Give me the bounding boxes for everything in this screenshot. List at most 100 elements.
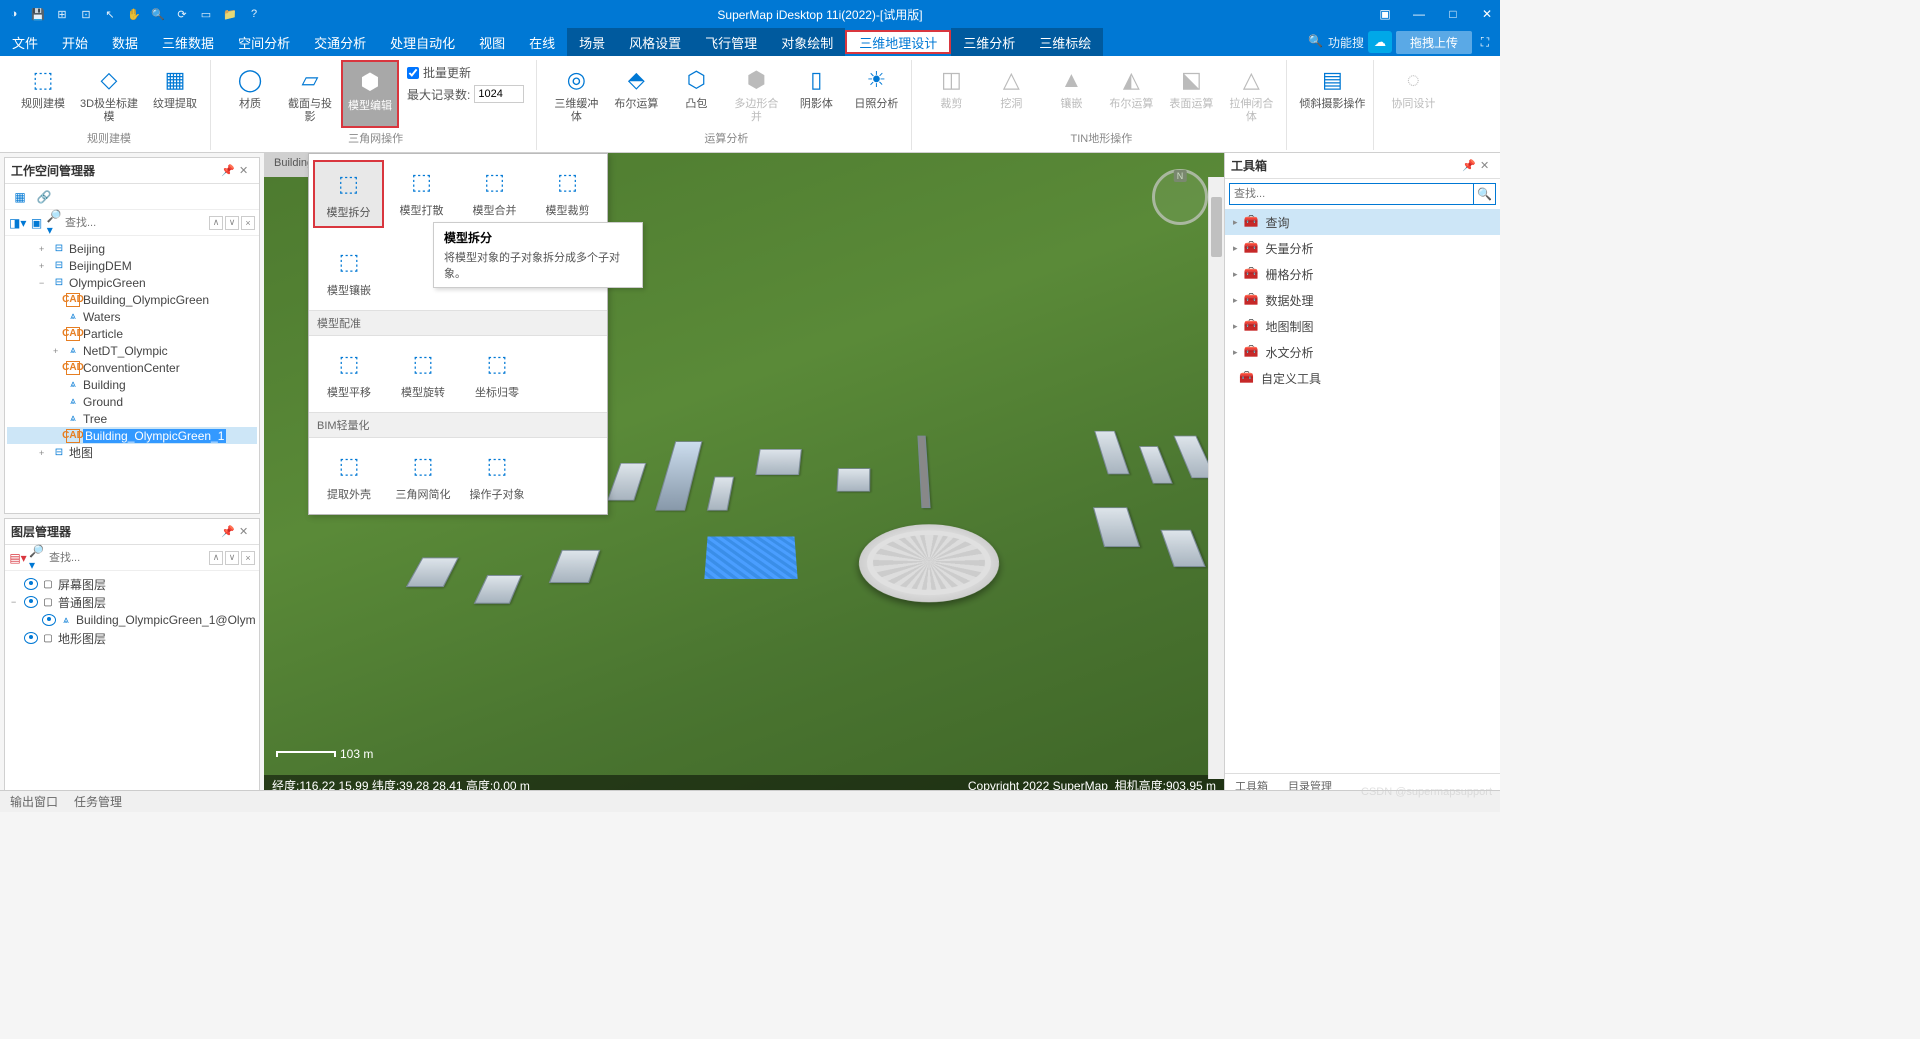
toolbox-item[interactable]: ▸🧰数据处理 [1225, 287, 1500, 313]
toolbox-item[interactable]: ▸🧰水文分析 [1225, 339, 1500, 365]
layer-search-input[interactable] [49, 548, 207, 568]
menu-style[interactable]: 风格设置 [617, 28, 693, 56]
nav-up-icon[interactable]: ∧ [209, 216, 223, 230]
ws-new-icon[interactable]: ▦ [11, 188, 29, 206]
texture-extract-button[interactable]: ▦纹理提取 [146, 60, 204, 128]
3d-polar-modeling-button[interactable]: ◇3D极坐标建模 [74, 60, 144, 128]
menu-3danalysis[interactable]: 三维分析 [951, 28, 1027, 56]
tree-item[interactable]: +⩓NetDT_Olympic [7, 342, 257, 359]
upload-button[interactable]: 拖拽上传 [1396, 31, 1472, 54]
nav-close-icon[interactable]: × [241, 216, 255, 230]
nav-close-icon[interactable]: × [241, 551, 255, 565]
pointer-icon[interactable]: ↖ [102, 6, 118, 22]
rule-modeling-button[interactable]: ⬚规则建模 [14, 60, 72, 128]
tree-item[interactable]: CADParticle [7, 325, 257, 342]
tree-item[interactable]: ⩓Waters [7, 308, 257, 325]
close-panel-icon[interactable]: ✕ [239, 164, 253, 178]
menu-3d-geo-design[interactable]: 三维地理设计 [845, 30, 951, 54]
close-panel-icon[interactable]: ✕ [239, 525, 253, 539]
pan-icon[interactable]: ✋ [126, 6, 142, 22]
tree-item[interactable]: +⊟Beijing [7, 240, 257, 257]
layer-item[interactable]: ▢屏幕图层 [7, 575, 257, 593]
close-panel-icon[interactable]: ✕ [1480, 159, 1494, 173]
close-icon[interactable]: ✕ [1480, 7, 1494, 21]
minimize-icon[interactable]: — [1412, 7, 1426, 21]
dropdown-item[interactable]: ⬚模型合并 [459, 160, 530, 228]
output-window-tab[interactable]: 输出窗口 [10, 793, 58, 810]
menu-view[interactable]: 视图 [467, 28, 517, 56]
dropdown-item[interactable]: ⬚模型镶嵌 [313, 240, 385, 304]
sunlight-button[interactable]: ☀日照分析 [847, 60, 905, 128]
tree-item[interactable]: CADBuilding_OlympicGreen [7, 291, 257, 308]
filter-icon[interactable]: 🔎▾ [47, 214, 63, 232]
dropdown-item[interactable]: ⬚提取外壳 [313, 444, 385, 508]
toolbox-item[interactable]: 🧰自定义工具 [1225, 365, 1500, 391]
toolbox-item[interactable]: ▸🧰矢量分析 [1225, 235, 1500, 261]
batch-update-checkbox[interactable]: 批量更新 [407, 64, 524, 81]
nav-up-icon[interactable]: ∧ [209, 551, 223, 565]
refresh-icon[interactable]: ⟳ [174, 6, 190, 22]
toolbox-search-input[interactable] [1229, 183, 1474, 205]
tree-item[interactable]: CADBuilding_OlympicGreen_1 [7, 427, 257, 444]
search-icon[interactable]: 🔍 [1308, 34, 1324, 50]
pin-icon[interactable]: 📌 [221, 525, 235, 539]
pin-icon[interactable]: 📌 [1462, 159, 1476, 173]
toolbox-item[interactable]: ▸🧰栅格分析 [1225, 261, 1500, 287]
menu-spatial[interactable]: 空间分析 [226, 28, 302, 56]
ws-link-icon[interactable]: 🔗 [35, 188, 53, 206]
clip-button[interactable]: ◫裁剪 [922, 60, 980, 128]
menu-scene[interactable]: 场景 [567, 28, 617, 56]
search-go-icon[interactable]: 🔍 [1474, 183, 1496, 205]
material-button[interactable]: ◯材质 [221, 60, 279, 128]
menu-3ddata[interactable]: 三维数据 [150, 28, 226, 56]
nav-down-icon[interactable]: ∨ [225, 216, 239, 230]
cloud-icon[interactable]: ☁ [1368, 31, 1392, 53]
layer-add-icon[interactable]: ▤▾ [9, 549, 27, 567]
viewport[interactable]: Building_ [264, 153, 1224, 797]
task-manager-tab[interactable]: 任务管理 [74, 793, 122, 810]
dropdown-item[interactable]: ⬚坐标归零 [461, 342, 533, 406]
polygon-merge-button[interactable]: ⬢多边形合并 [727, 60, 785, 128]
menu-data[interactable]: 数据 [100, 28, 150, 56]
extent-icon[interactable]: ▭ [198, 6, 214, 22]
folder-icon[interactable]: 📁 [222, 6, 238, 22]
dropdown-item[interactable]: ⬚三角网简化 [387, 444, 459, 508]
surface-op-button[interactable]: ⬕表面运算 [1162, 60, 1220, 128]
pin-icon[interactable]: 📌 [221, 164, 235, 178]
layer-filter-icon[interactable]: 🔎▾ [29, 549, 47, 567]
maximize-icon[interactable]: □ [1446, 7, 1460, 21]
mosaic-button[interactable]: ▲镶嵌 [1042, 60, 1100, 128]
nav-down-icon[interactable]: ∨ [225, 551, 239, 565]
3d-buffer-button[interactable]: ◎三维缓冲体 [547, 60, 605, 128]
menu-traffic[interactable]: 交通分析 [302, 28, 378, 56]
tree-item[interactable]: CADConventionCenter [7, 359, 257, 376]
tree-item[interactable]: ⩓Tree [7, 410, 257, 427]
dropdown-item[interactable]: ⬚模型拆分 [313, 160, 384, 228]
extrude-button[interactable]: △拉伸闭合体 [1222, 60, 1280, 128]
menu-automation[interactable]: 处理自动化 [378, 28, 467, 56]
compass-widget[interactable] [1152, 169, 1208, 225]
tree-item[interactable]: +⊟BeijingDEM [7, 257, 257, 274]
dropdown-item[interactable]: ⬚模型裁剪 [532, 160, 603, 228]
toolbox-item[interactable]: ▸🧰地图制图 [1225, 313, 1500, 339]
open-icon[interactable]: ⊡ [78, 6, 94, 22]
ribbon-toggle-icon[interactable]: ▣ [1378, 7, 1392, 21]
tree-collapse-icon[interactable]: ▣ [28, 214, 44, 232]
section-projection-button[interactable]: ▱截面与投影 [281, 60, 339, 128]
toolbox-item[interactable]: ▸🧰查询 [1225, 209, 1500, 235]
menu-online[interactable]: 在线 [517, 28, 567, 56]
tree-item[interactable]: ⩓Building [7, 376, 257, 393]
convex-hull-button[interactable]: ⬡凸包 [667, 60, 725, 128]
toolbox-list[interactable]: ▸🧰查询▸🧰矢量分析▸🧰栅格分析▸🧰数据处理▸🧰地图制图▸🧰水文分析🧰自定义工具 [1225, 209, 1500, 773]
save-icon[interactable]: 💾 [30, 6, 46, 22]
fullscreen-icon[interactable]: ⛶ [1476, 33, 1494, 51]
new-icon[interactable]: ⊞ [54, 6, 70, 22]
tree-item[interactable]: ⩓Ground [7, 393, 257, 410]
boolean-button[interactable]: ⬘布尔运算 [607, 60, 665, 128]
menu-start[interactable]: 开始 [50, 28, 100, 56]
scrollbar[interactable] [1208, 177, 1224, 779]
menu-file[interactable]: 文件 [0, 28, 50, 56]
menu-3dplot[interactable]: 三维标绘 [1027, 28, 1103, 56]
dropdown-item[interactable]: ⬚模型打散 [386, 160, 457, 228]
layer-item[interactable]: −▢普通图层 [7, 593, 257, 611]
